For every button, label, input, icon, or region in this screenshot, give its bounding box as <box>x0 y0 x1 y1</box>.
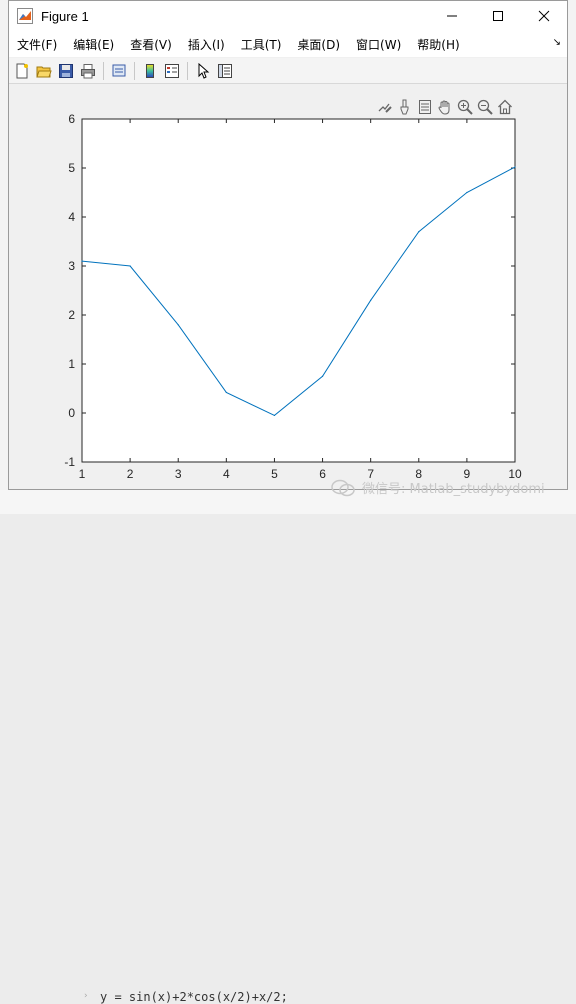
menu-help[interactable]: 帮助(H) <box>409 36 467 53</box>
x-tick-label: 4 <box>223 467 230 481</box>
property-inspector-icon <box>218 63 232 78</box>
menu-edit[interactable]: 编辑(E) <box>65 36 122 53</box>
new-figure-button[interactable] <box>11 60 33 82</box>
print-icon <box>81 63 95 78</box>
y-tick-label: 2 <box>68 308 75 322</box>
menu-insert[interactable]: 插入(I) <box>180 36 233 53</box>
window-title: Figure 1 <box>41 8 89 24</box>
background-editor-strip-right <box>568 0 576 514</box>
data-point <box>81 260 83 262</box>
print-preview-icon <box>112 64 126 76</box>
y-tick-label: 1 <box>68 357 75 371</box>
data-point <box>466 191 468 194</box>
data-point <box>321 375 324 377</box>
data-point <box>514 166 516 168</box>
open-file-button[interactable] <box>33 60 55 82</box>
colorbar-icon <box>146 63 154 78</box>
pointer-button[interactable] <box>192 60 214 82</box>
x-tick-label: 5 <box>271 467 278 481</box>
open-file-icon <box>36 66 52 77</box>
figure-canvas: 1 2 3 4 5 6 7 8 9 10 -1 0 1 2 3 4 5 6 <box>9 85 567 489</box>
background-editor-strip-left <box>0 0 8 514</box>
x-tick-label: 1 <box>79 467 86 481</box>
save-button[interactable] <box>55 60 77 82</box>
new-figure-icon <box>16 63 28 78</box>
data-point <box>370 299 372 301</box>
line-plot: 1 2 3 4 5 6 7 8 9 10-10123456 <box>64 112 522 481</box>
menu-desktop[interactable]: 桌面(D) <box>289 36 348 53</box>
x-tick-label: 2 <box>127 467 134 481</box>
minimize-icon <box>447 15 457 17</box>
data-point <box>273 414 276 417</box>
menu-file[interactable]: 文件(F) <box>9 36 65 53</box>
toolbar-separator <box>134 61 135 80</box>
plot-area <box>81 118 516 463</box>
data-point <box>177 324 179 326</box>
menu-bar: 文件(F) 编辑(E) 查看(V) 插入(I) 工具(T) 桌面(D) 窗口(W… <box>9 31 567 57</box>
colorbar-button[interactable] <box>139 60 161 82</box>
watermark-text: 微信号: Matlab_studybydomi <box>362 482 545 497</box>
close-icon <box>538 10 550 22</box>
close-button[interactable] <box>521 1 567 31</box>
x-tick-label: 6 <box>319 467 326 481</box>
figure-window: Figure 1 文件(F) 编辑(E) 查看(V) 插入(I) 工具(T) 桌… <box>8 0 568 490</box>
print-button[interactable] <box>77 60 99 82</box>
save-icon <box>59 63 73 78</box>
toolbar-separator <box>103 61 104 80</box>
maximize-icon <box>493 11 503 21</box>
pointer-icon <box>198 62 210 79</box>
toolbar-separator <box>187 61 188 80</box>
print-preview-button[interactable] <box>108 60 130 82</box>
background-code-line: y = sin(x)+2*cos(x/2)+x/2; <box>100 990 288 1004</box>
legend-button[interactable] <box>161 60 183 82</box>
y-tick-label: 3 <box>68 259 75 273</box>
dock-arrow-icon[interactable]: ↘ <box>553 37 561 48</box>
y-tick-label: 6 <box>68 112 75 126</box>
data-point <box>129 265 131 267</box>
matlab-icon <box>17 8 33 24</box>
menu-view[interactable]: 查看(V) <box>122 36 180 53</box>
menu-window[interactable]: 窗口(W) <box>348 36 409 53</box>
menu-tools[interactable]: 工具(T) <box>233 36 290 53</box>
data-point <box>418 231 420 233</box>
y-tick-label: 0 <box>68 406 75 420</box>
maximize-button[interactable] <box>475 1 521 31</box>
x-tick-label: 3 <box>175 467 182 481</box>
code-line-marker-icon: › <box>84 991 88 1001</box>
data-point <box>225 391 227 394</box>
y-tick-label: 5 <box>68 161 75 175</box>
minimize-button[interactable] <box>429 1 475 31</box>
property-inspector-button[interactable] <box>214 60 236 82</box>
figure-toolbar <box>9 58 567 84</box>
legend-icon <box>165 63 179 78</box>
y-tick-label: -1 <box>64 455 75 469</box>
watermark: 微信号: Matlab_studybydomi <box>330 478 545 497</box>
wechat-icon <box>331 479 355 496</box>
title-bar: Figure 1 <box>9 1 567 31</box>
y-tick-label: 4 <box>68 210 75 224</box>
